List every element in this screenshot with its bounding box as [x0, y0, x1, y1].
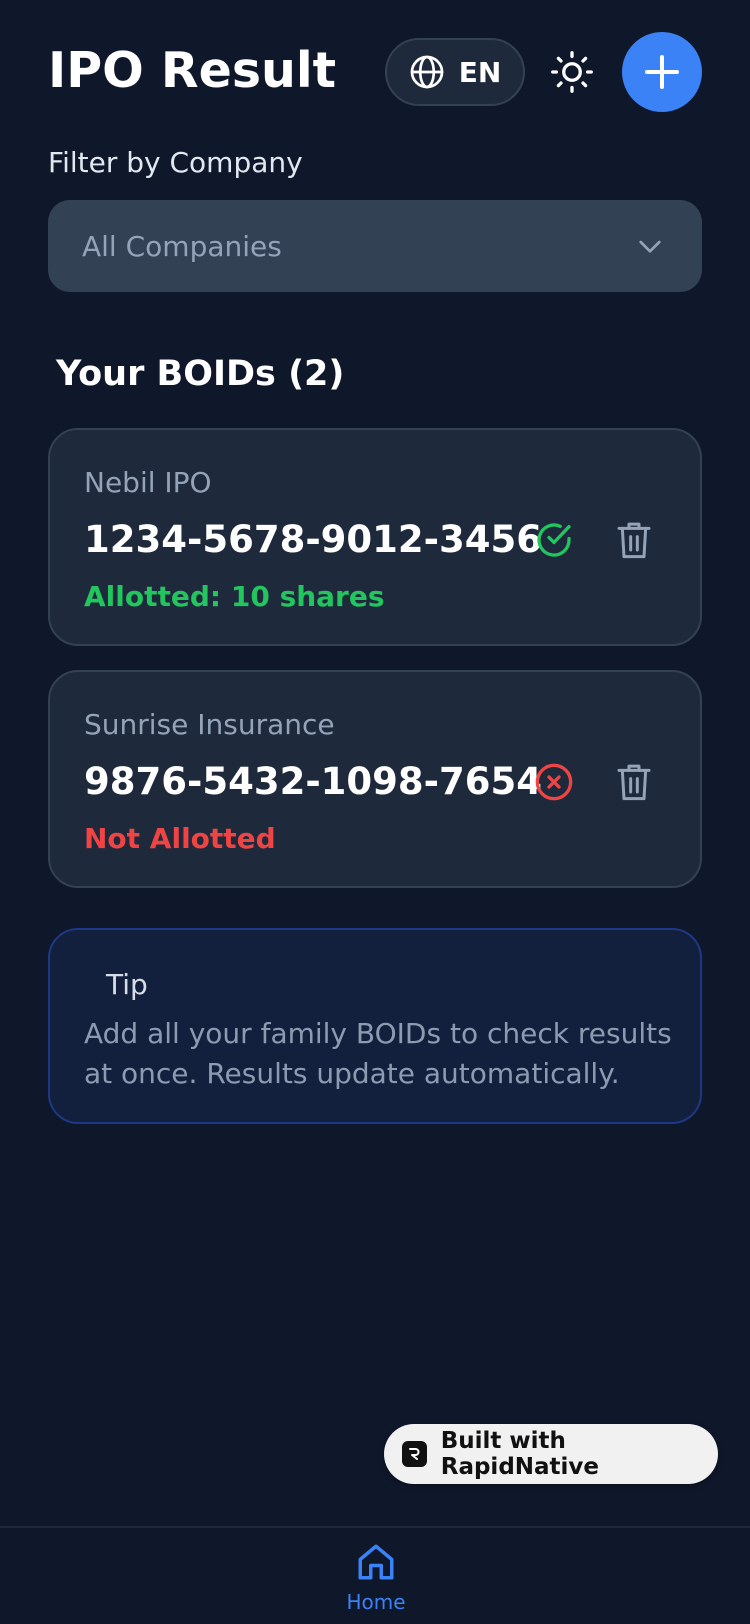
rapidnative-logo-icon [402, 1441, 427, 1467]
tip-box: Tip Add all your family BOIDs to check r… [48, 928, 702, 1124]
badge-label: Built with RapidNative [440, 1428, 600, 1480]
chevron-down-icon [639, 240, 661, 253]
company-name: Nebil IPO [84, 466, 212, 499]
plus-icon [645, 55, 679, 89]
boid-number: 1234-5678-9012-3456 [84, 518, 542, 561]
language-button[interactable]: EN [385, 38, 525, 106]
company-filter-value: All Companies [82, 229, 282, 263]
home-icon [358, 1544, 394, 1580]
page-title: IPO Result [48, 42, 337, 99]
filter-label: Filter by Company [48, 146, 303, 179]
allotment-status: Not Allotted [84, 822, 276, 855]
theme-toggle-button[interactable] [548, 48, 596, 96]
language-label: EN [458, 55, 502, 89]
delete-button[interactable] [614, 518, 654, 562]
boid-card: Sunrise Insurance 9876-5432-1098-7654 No… [48, 670, 702, 888]
ipo-result-screen: IPO Result EN Filter by Company All Comp… [0, 0, 750, 1624]
nav-item-home[interactable]: Home [345, 1540, 406, 1624]
built-with-badge[interactable]: Built with RapidNative [384, 1424, 718, 1484]
nav-label-home: Home [346, 1590, 406, 1614]
boid-number: 9876-5432-1098-7654 [84, 760, 542, 803]
allotment-status: Allotted: 10 shares [84, 580, 385, 613]
x-circle-icon [535, 763, 573, 801]
tip-body: Add all your family BOIDs to check resul… [84, 1017, 672, 1090]
trash-icon [617, 764, 651, 801]
tip-title: Tip [106, 968, 148, 1001]
delete-button[interactable] [614, 760, 654, 804]
sun-icon [551, 51, 593, 93]
company-filter-select[interactable]: All Companies [48, 200, 702, 292]
header: IPO Result EN [48, 32, 702, 112]
boids-section-title: Your BOIDs (2) [56, 354, 345, 394]
bottom-nav: Home [0, 1526, 750, 1624]
add-boid-button[interactable] [622, 32, 702, 112]
trash-icon [617, 522, 651, 559]
globe-icon [410, 55, 444, 89]
boid-card: Nebil IPO 1234-5678-9012-3456 Allotted: … [48, 428, 702, 646]
check-circle-icon [537, 523, 571, 557]
company-name: Sunrise Insurance [84, 708, 335, 741]
